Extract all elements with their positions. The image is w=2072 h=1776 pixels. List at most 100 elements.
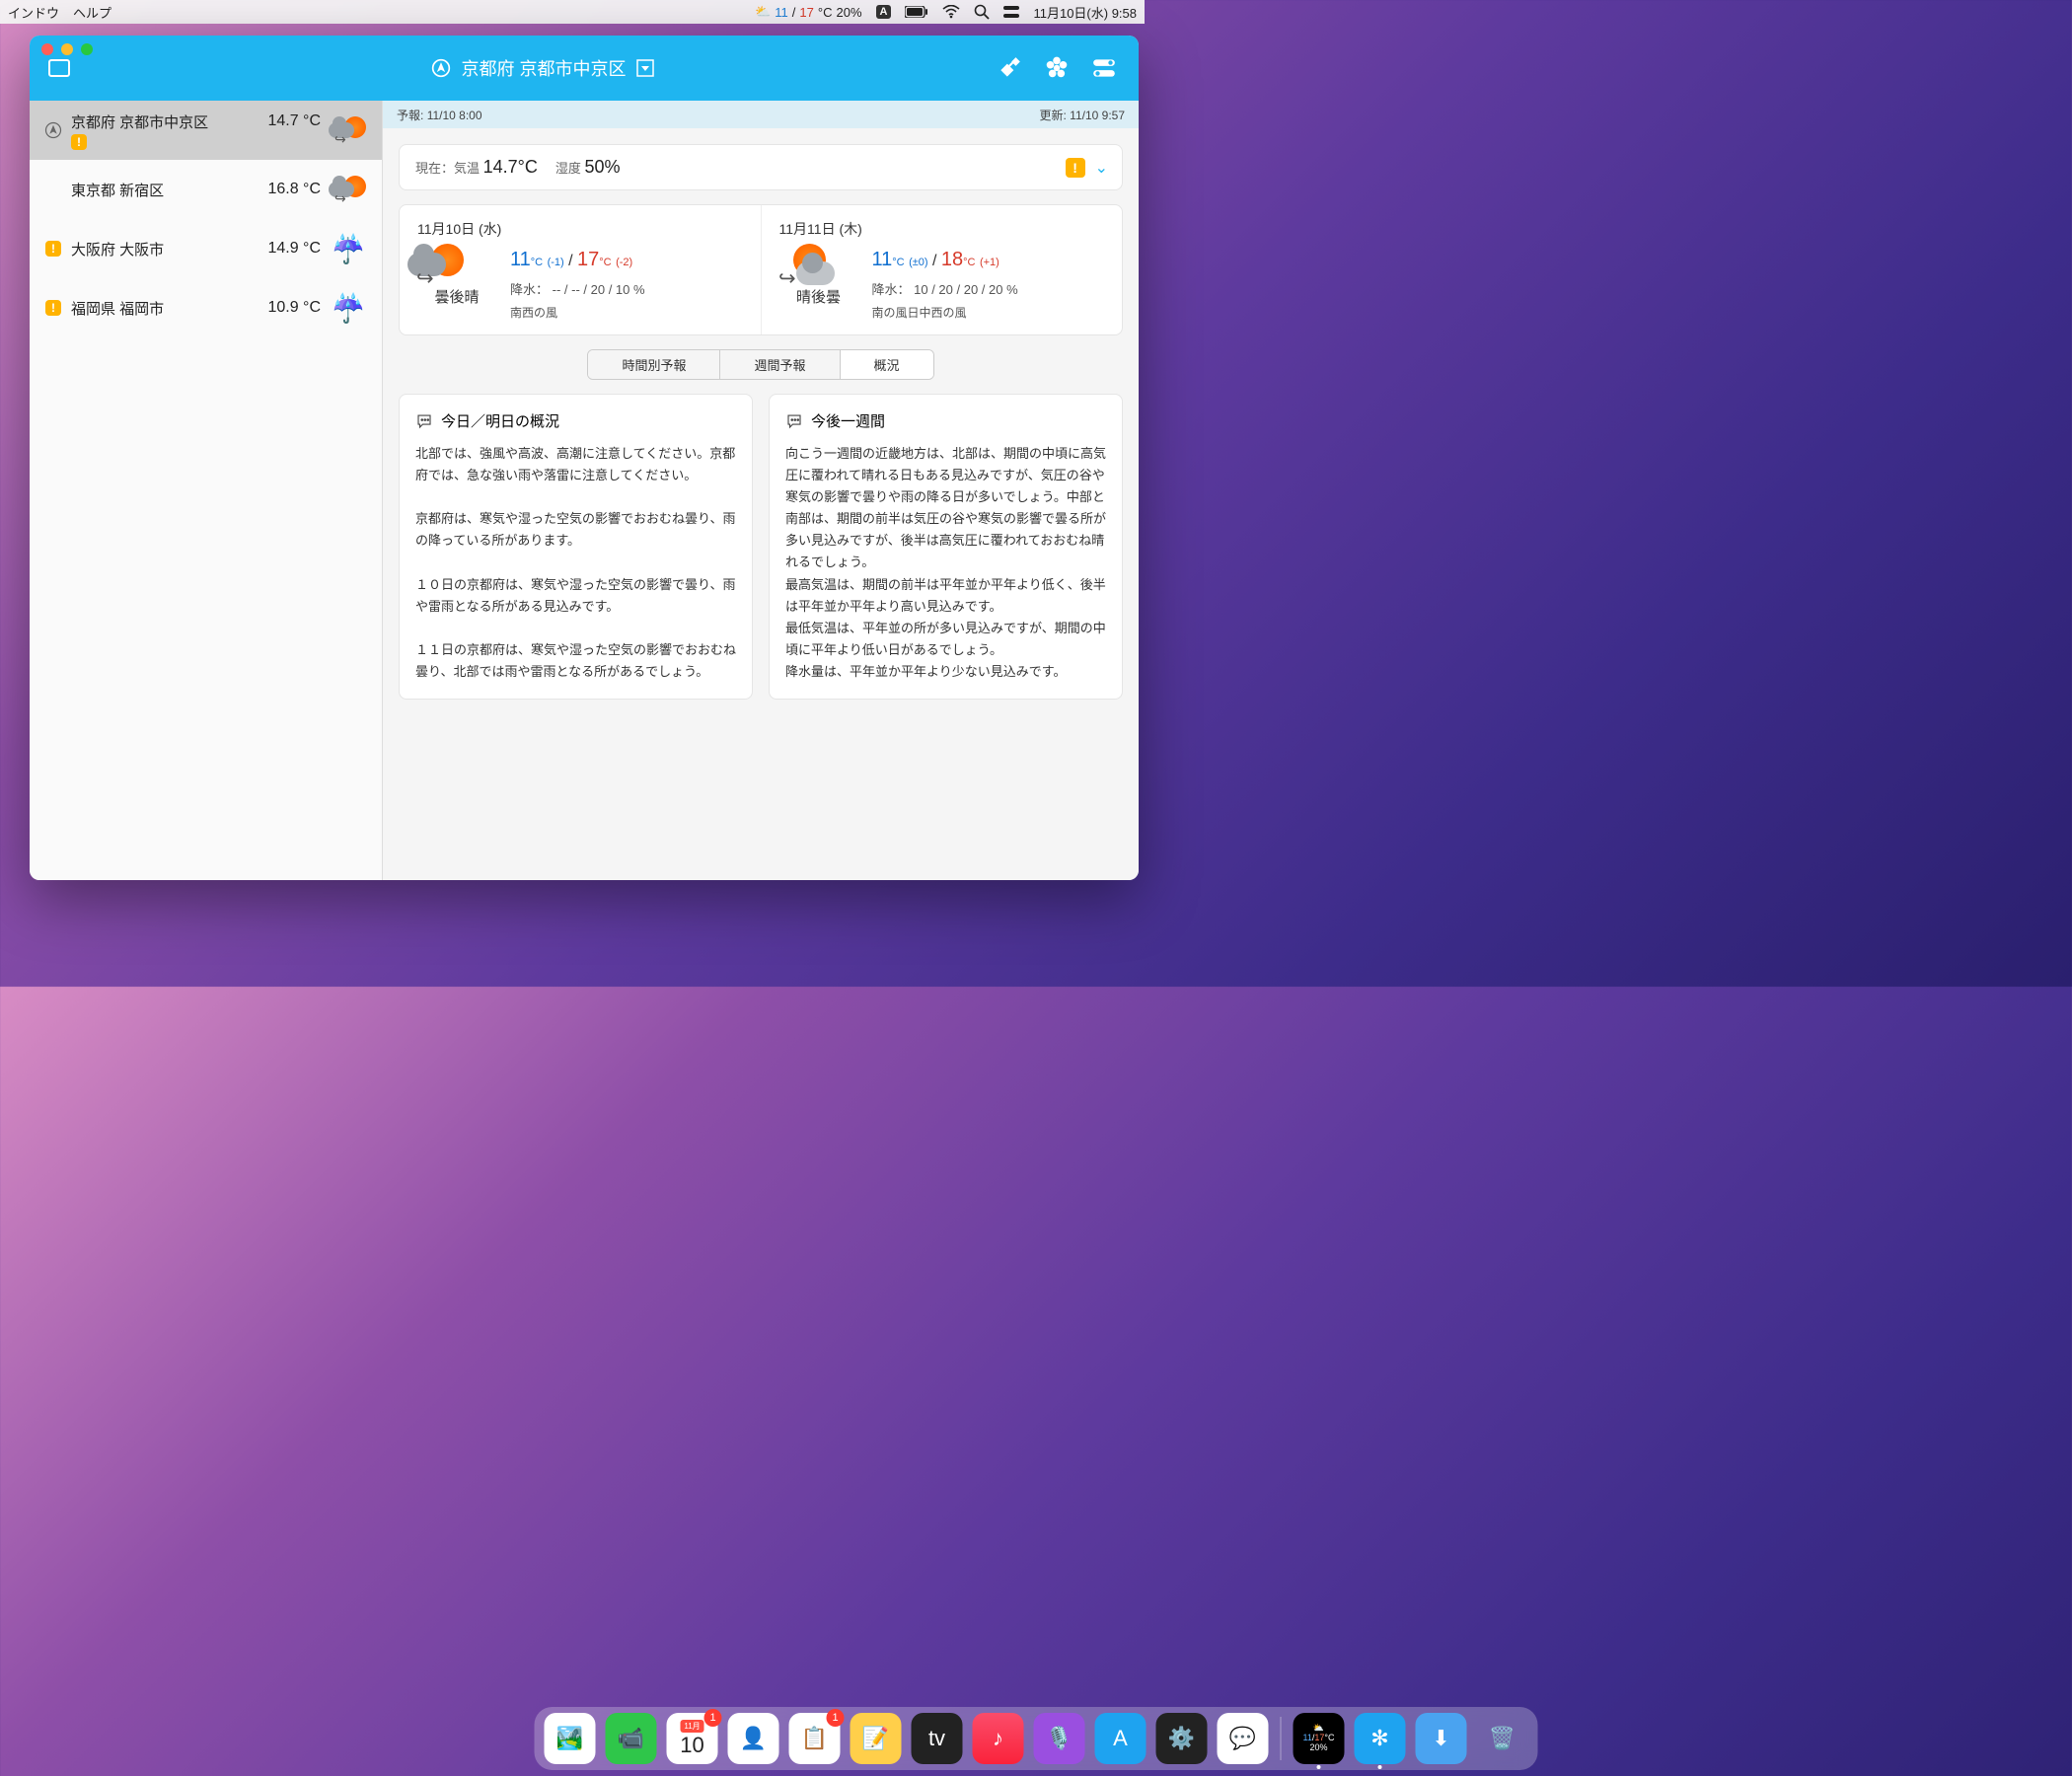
- current-hum-label: 湿度: [555, 161, 581, 176]
- current-hum-value: 50%: [585, 157, 621, 177]
- overview-today-card: 今日／明日の概況 北部では、強風や高波、高潮に注意してください。京都府では、急な…: [399, 394, 753, 700]
- dock-calendar-day: 10: [680, 1733, 703, 1758]
- overview-today-title: 今日／明日の概況: [441, 410, 559, 431]
- window-controls: [41, 43, 93, 55]
- view-segmented-control: 時間別予報 週間予報 概況: [399, 349, 1123, 380]
- input-source-indicator[interactable]: A: [876, 5, 892, 19]
- minimize-button[interactable]: [61, 43, 73, 55]
- menubar-weather-pct: 20%: [836, 5, 861, 20]
- sidebar-toggle-icon[interactable]: [48, 59, 70, 77]
- sidebar-item-label: 東京都 新宿区: [71, 180, 244, 200]
- tab-weekly[interactable]: 週間予報: [720, 350, 840, 379]
- title-location-text: 京都府 京都市中京区: [461, 55, 626, 81]
- dock-notes[interactable]: 📝: [851, 1713, 902, 1764]
- control-center-icon[interactable]: [1003, 5, 1019, 19]
- forecast-precip: 10 / 20 / 20 / 20 %: [914, 282, 1018, 297]
- dock-podcasts[interactable]: 🎙️: [1034, 1713, 1085, 1764]
- alert-icon: !: [45, 300, 61, 316]
- sidebar-item-osaka[interactable]: ! 大阪府 大阪市 14.9 °C ☔: [30, 219, 382, 278]
- dock-downloads[interactable]: ⬇: [1416, 1713, 1467, 1764]
- weather-suncloud-icon: ↪: [329, 114, 368, 146]
- flower-icon[interactable]: [1044, 55, 1070, 81]
- overview-section: 今日／明日の概況 北部では、強風や高波、高潮に注意してください。京都府では、急な…: [399, 394, 1123, 700]
- menu-item-window[interactable]: インドウ: [8, 3, 59, 22]
- titlebar: 京都府 京都市中京区: [30, 36, 1139, 101]
- forecast-wind: 南の風日中西の風: [872, 304, 1105, 321]
- dock-tv[interactable]: tv: [912, 1713, 963, 1764]
- meta-row: 予報: 11/10 8:00 更新: 11/10 9:57: [383, 101, 1139, 128]
- current-conditions-card: 現在：気温 14.7°C 湿度 50% ! ⌄: [399, 144, 1123, 190]
- tab-hourly[interactable]: 時間別予報: [588, 350, 720, 379]
- forecast-temps: 11°C (±0) / 18°C (+1): [872, 249, 1105, 271]
- zoom-button[interactable]: [81, 43, 93, 55]
- forecast-date: 11月10日 (水): [417, 219, 743, 239]
- overview-week-title: 今後一週間: [811, 410, 885, 431]
- overview-week-text: 向こう一週間の近畿地方は、北部は、期間の中頃に高気圧に覆われて晴れる日もある見込…: [785, 443, 1106, 683]
- sidebar: 京都府 京都市中京区 14.7 °C ! ↪ 東京都 新宿区 16.8 °C ↪…: [30, 101, 383, 880]
- dock-music[interactable]: ♪: [973, 1713, 1024, 1764]
- speech-bubble-icon: [415, 412, 433, 430]
- sidebar-item-label: 福岡県 福岡市: [71, 298, 244, 319]
- main-panel: 予報: 11/10 8:00 更新: 11/10 9:57 現在：気温 14.7…: [383, 101, 1139, 880]
- sidebar-item-tokyo[interactable]: 東京都 新宿区 16.8 °C ↪: [30, 160, 382, 219]
- weather-suncloud-icon: ↪: [770, 241, 829, 288]
- location-arrow-icon: [44, 121, 62, 139]
- menubar-datetime[interactable]: 11月10日(水) 9:58: [1033, 3, 1137, 22]
- dropdown-icon[interactable]: [636, 59, 654, 77]
- tab-overview[interactable]: 概況: [841, 350, 933, 379]
- menubar: インドウ ヘルプ ⛅ 11/17°C 20% A 11月10日(水) 9:58: [0, 0, 1145, 24]
- forecast-wind: 南西の風: [510, 304, 743, 321]
- chevron-down-icon[interactable]: ⌄: [1095, 158, 1108, 178]
- sidebar-item-temp: 16.8 °C: [252, 181, 321, 198]
- dock-reminders[interactable]: 📋1: [789, 1713, 841, 1764]
- dock-appstore[interactable]: A: [1095, 1713, 1147, 1764]
- dock-calendar[interactable]: 11月 10 1: [667, 1713, 718, 1764]
- sidebar-item-temp: 14.7 °C: [252, 112, 321, 130]
- weather-icon: ⛅: [755, 4, 771, 20]
- weather-suncloud-icon: ↪: [329, 174, 368, 205]
- update-label: 更新:: [1039, 109, 1066, 122]
- close-button[interactable]: [41, 43, 53, 55]
- dock-settings[interactable]: ⚙️: [1156, 1713, 1208, 1764]
- dock-facetime[interactable]: 📹: [606, 1713, 657, 1764]
- dock-calendar-month: 11月: [680, 1720, 703, 1733]
- dock-photos[interactable]: 🏞️: [545, 1713, 596, 1764]
- menubar-weather-lo: 11: [775, 5, 788, 20]
- weather-rain-icon: ☔: [332, 292, 366, 325]
- forecast-day-tomorrow: 11月11日 (木) ↪ 晴後曇 11°C (±0) / 18°C (+1: [761, 205, 1123, 334]
- overview-today-text: 北部では、強風や高波、高潮に注意してください。京都府では、急な強い雨や落雷に注意…: [415, 443, 736, 683]
- app-window: 京都府 京都市中京区 京都府 京都市中京区 14.7 °C !: [30, 36, 1139, 880]
- title-location[interactable]: 京都府 京都市中京区: [89, 55, 997, 81]
- alert-icon: !: [45, 241, 61, 257]
- spotlight-icon[interactable]: [974, 4, 990, 20]
- forecast-label: 予報:: [397, 109, 423, 122]
- menubar-weather-hi: 17: [799, 5, 813, 20]
- dock-fan-app[interactable]: ✻: [1355, 1713, 1406, 1764]
- dock-reminders-badge: 1: [827, 1709, 845, 1727]
- location-arrow-icon: [431, 58, 451, 78]
- forecast-time: 11/10 8:00: [427, 109, 482, 122]
- alert-icon[interactable]: !: [1066, 158, 1085, 178]
- dock-weather-widget[interactable]: ⛅ 11/17°C 20%: [1294, 1713, 1345, 1764]
- sidebar-item-fukuoka[interactable]: ! 福岡県 福岡市 10.9 °C ☔: [30, 278, 382, 337]
- settings-toggle-icon[interactable]: [1091, 55, 1117, 81]
- sidebar-item-temp: 10.9 °C: [252, 299, 321, 317]
- forecast-precip: -- / -- / 20 / 10 %: [553, 282, 645, 297]
- forecast-temps: 11°C (-1) / 17°C (-2): [510, 249, 743, 271]
- wifi-icon[interactable]: [942, 5, 960, 19]
- satellite-icon[interactable]: [997, 55, 1022, 81]
- weather-suncloud-icon: ↪: [407, 241, 467, 288]
- two-day-forecast-card: 11月10日 (水) ↪ 曇後晴 11°C (-1) / 17°C (-2: [399, 204, 1123, 335]
- dock: 🏞️ 📹 11月 10 1 👤 📋1 📝 tv ♪ 🎙️ A ⚙️ 💬 ⛅ 11…: [535, 1707, 1538, 1770]
- menubar-weather[interactable]: ⛅ 11/17°C 20%: [755, 4, 861, 20]
- menu-item-help[interactable]: ヘルプ: [73, 3, 111, 22]
- dock-contacts[interactable]: 👤: [728, 1713, 779, 1764]
- sidebar-item-kyoto[interactable]: 京都府 京都市中京区 14.7 °C ! ↪: [30, 101, 382, 160]
- overview-week-card: 今後一週間 向こう一週間の近畿地方は、北部は、期間の中頃に高気圧に覆われて晴れる…: [769, 394, 1123, 700]
- alert-icon: !: [71, 134, 87, 150]
- dock-messages[interactable]: 💬: [1218, 1713, 1269, 1764]
- dock-trash[interactable]: 🗑️: [1477, 1713, 1528, 1764]
- forecast-date: 11月11日 (木): [779, 219, 1105, 239]
- sidebar-item-temp: 14.9 °C: [252, 240, 321, 258]
- battery-icon[interactable]: [905, 6, 928, 18]
